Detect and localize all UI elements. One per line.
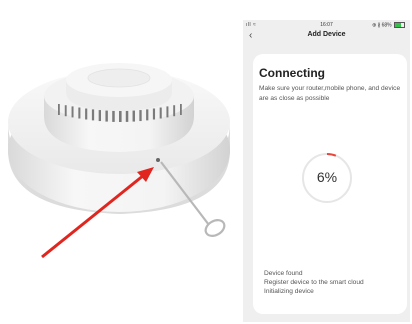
vent-slot [146, 109, 149, 121]
vent-slot [64, 105, 67, 117]
vent-slot [119, 111, 122, 122]
card-description: Make sure your router,mobile phone, and … [259, 85, 401, 102]
battery-label: ⊕ ∦ 68% [372, 22, 392, 29]
vent-slot [112, 110, 115, 122]
progress-ring: 6% [300, 151, 354, 205]
phone-screen: ıll ≈ 16:07 ⊕ ∦ 68% ‹ Add Device Connect… [243, 20, 410, 322]
status-bar: ıll ≈ 16:07 ⊕ ∦ 68% [243, 20, 410, 30]
page-title: Add Device [307, 31, 346, 38]
step-item: Register device to the smart cloud [264, 278, 364, 286]
vent-slot [180, 104, 182, 115]
vent-slot [71, 106, 74, 118]
progress-percent: 6% [316, 169, 338, 185]
card-heading: Connecting [259, 66, 325, 80]
vent-slot [173, 105, 176, 117]
test-hole [156, 158, 160, 162]
vent-slot [159, 107, 162, 119]
vent-slot [139, 110, 142, 122]
vent-slot [132, 110, 135, 122]
vent-slot [91, 109, 95, 121]
vent-slot [152, 108, 156, 120]
step-list: Device found Register device to the smar… [264, 270, 364, 296]
vent-slot [98, 110, 101, 122]
vent-slot [78, 107, 81, 119]
vent-slot [166, 106, 169, 118]
nav-bar: ‹ Add Device [243, 30, 410, 44]
battery-indicator: ⊕ ∦ 68% [372, 22, 405, 28]
step-item: Device found [264, 270, 303, 277]
vent-slot [85, 108, 88, 120]
battery-icon [394, 22, 405, 28]
vent-slot [58, 104, 60, 115]
step-item: Initializing device [264, 287, 314, 295]
product-photo [0, 0, 240, 324]
vent-slot [105, 110, 108, 122]
connecting-card: Connecting Make sure your router,mobile … [253, 54, 407, 314]
vent-slot [125, 110, 129, 122]
